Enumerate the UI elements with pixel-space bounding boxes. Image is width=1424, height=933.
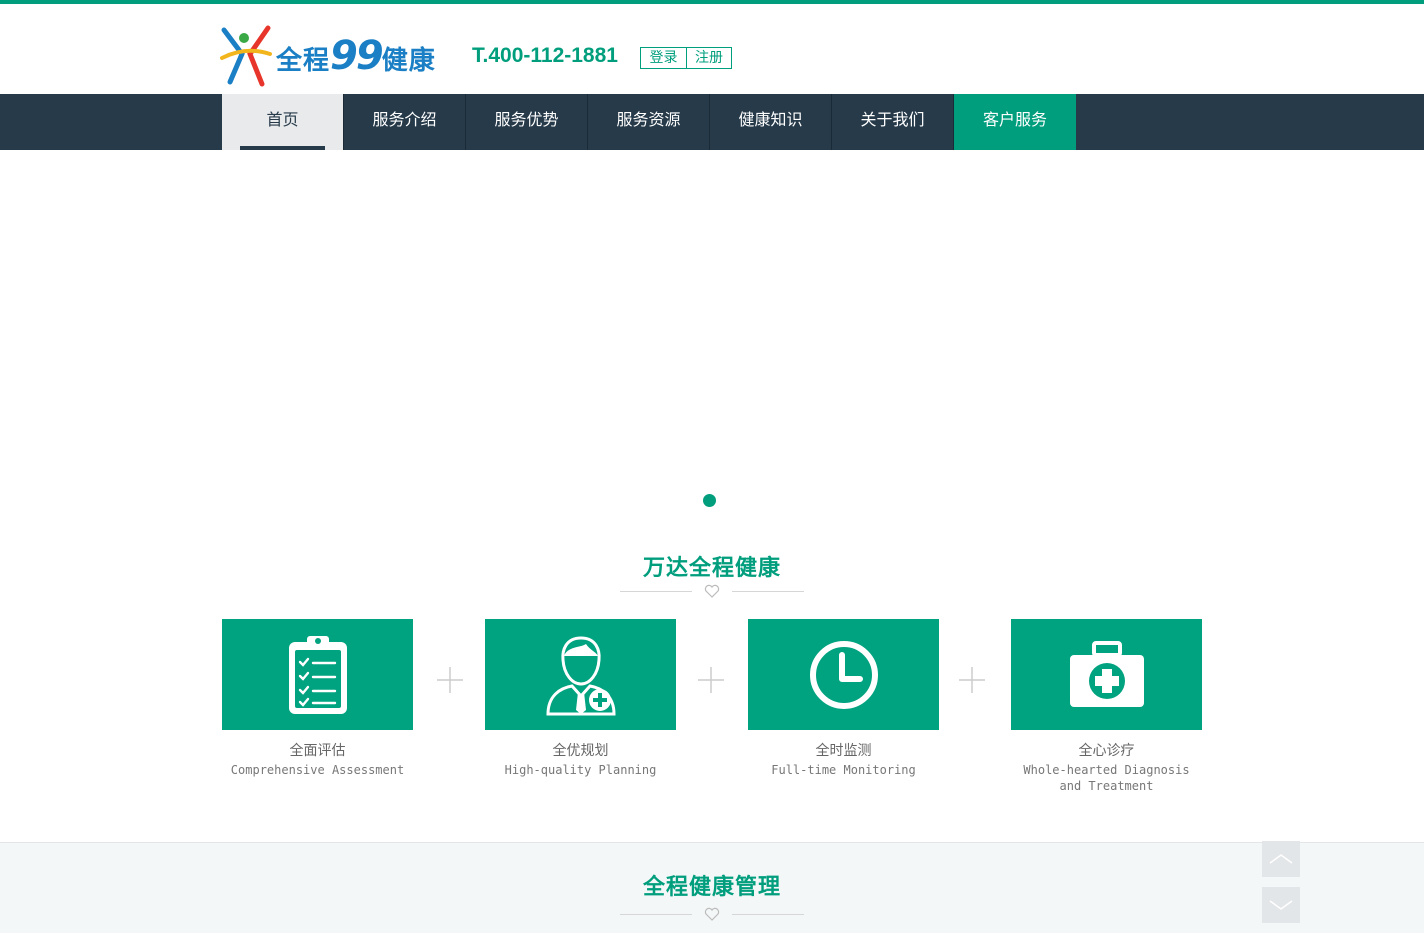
site-header: 全程99健康 T.400-112-1881 登录 注册 bbox=[0, 4, 1424, 94]
clipboard-checklist-icon bbox=[288, 635, 347, 714]
medical-kit-icon bbox=[1069, 640, 1144, 707]
feature-card[interactable] bbox=[485, 619, 676, 730]
section-title-health-management: 全程健康管理 bbox=[642, 875, 781, 900]
feature-title-cn: 全优规划 bbox=[552, 743, 609, 759]
main-nav-bar: 首页 服务介绍 服务优势 服务资源 健康知识 关于我们 客户服务 bbox=[0, 94, 1424, 150]
logo-text-end: 健康 bbox=[381, 46, 436, 76]
section-title-wanda-health: 万达全程健康 bbox=[642, 556, 781, 581]
nav-item-service-intro[interactable]: 服务介绍 bbox=[344, 94, 466, 150]
nav-item-service-advantages[interactable]: 服务优势 bbox=[466, 94, 588, 150]
auth-buttons: 登录 注册 bbox=[640, 47, 732, 69]
feature-title-en: Whole-hearted Diagnosis and Treatment bbox=[1023, 763, 1190, 793]
logo-text-nine: 99 bbox=[330, 33, 384, 79]
plus-icon bbox=[437, 667, 463, 693]
feature-high-quality-planning: 全优规划 High-quality Planning bbox=[485, 619, 676, 778]
chevron-down-icon bbox=[1269, 900, 1293, 910]
nav-item-health-knowledge[interactable]: 健康知识 bbox=[710, 94, 832, 150]
logo-wordmark: 全程99健康 bbox=[276, 33, 436, 79]
feature-title-en: Full-time Monitoring bbox=[771, 763, 916, 777]
feature-title-cn: 全面评估 bbox=[289, 743, 346, 759]
feature-comprehensive-assessment: 全面评估 Comprehensive Assessment bbox=[222, 619, 413, 778]
feature-card[interactable] bbox=[222, 619, 413, 730]
section-divider bbox=[620, 907, 804, 921]
feature-title-cn: 全心诊疗 bbox=[1078, 743, 1135, 759]
heart-icon bbox=[704, 907, 720, 921]
feature-whole-hearted-treatment: 全心诊疗 Whole-hearted Diagnosis and Treatme… bbox=[1011, 619, 1202, 794]
scroll-to-top-button[interactable] bbox=[1262, 841, 1300, 877]
carousel-indicator-dot[interactable] bbox=[703, 494, 716, 507]
nav-item-home[interactable]: 首页 bbox=[222, 94, 344, 150]
plus-icon bbox=[959, 667, 985, 693]
login-button[interactable]: 登录 bbox=[641, 48, 686, 68]
hotline-phone: T.400-112-1881 bbox=[472, 44, 618, 67]
chevron-up-icon bbox=[1269, 854, 1293, 864]
register-button[interactable]: 注册 bbox=[686, 48, 731, 68]
doctor-icon bbox=[545, 635, 616, 715]
logo-figure-icon bbox=[220, 25, 272, 87]
feature-card[interactable] bbox=[748, 619, 939, 730]
plus-icon bbox=[698, 667, 724, 693]
heart-icon bbox=[704, 584, 720, 598]
feature-title-cn: 全时监测 bbox=[815, 743, 872, 759]
main-nav: 首页 服务介绍 服务优势 服务资源 健康知识 关于我们 客户服务 bbox=[222, 94, 1076, 150]
scroll-down-button[interactable] bbox=[1262, 887, 1300, 923]
clock-icon bbox=[809, 640, 878, 709]
feature-title-en: Comprehensive Assessment bbox=[230, 763, 405, 777]
nav-item-customer-service[interactable]: 客户服务 bbox=[954, 94, 1076, 150]
nav-item-about-us[interactable]: 关于我们 bbox=[832, 94, 954, 150]
feature-title-en: High-quality Planning bbox=[504, 763, 657, 777]
feature-card[interactable] bbox=[1011, 619, 1202, 730]
section-divider bbox=[620, 584, 804, 598]
nav-item-service-resources[interactable]: 服务资源 bbox=[588, 94, 710, 150]
logo-text-main: 全程 bbox=[276, 46, 331, 76]
feature-list: 全面评估 Comprehensive Assessment 全优规划 High-… bbox=[222, 619, 1202, 799]
site-logo[interactable]: 全程99健康 bbox=[220, 24, 440, 88]
feature-full-time-monitoring: 全时监测 Full-time Monitoring bbox=[748, 619, 939, 778]
hero-banner bbox=[0, 150, 1424, 520]
